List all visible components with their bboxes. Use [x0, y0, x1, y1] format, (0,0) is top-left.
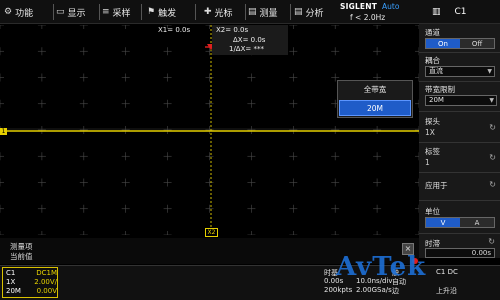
measure-current-label: 当前值: [10, 252, 33, 261]
acquire-icon: ≡: [102, 7, 110, 17]
unit-amp-option[interactable]: A: [460, 218, 494, 227]
cursor-x1-readout: X1= 0.0s: [158, 26, 191, 34]
channel-enable-label: 通道: [425, 28, 440, 37]
menu-analysis-label: 分析: [305, 8, 324, 19]
panel-divider: [419, 233, 500, 234]
unit-label: 单位: [425, 207, 440, 216]
menu-function-label: 功能: [15, 8, 34, 19]
cursor-inv-delta-readout: 1/ΔX= ***: [229, 45, 264, 53]
ch1-name: C1: [6, 269, 16, 277]
ch1-level-marker[interactable]: 1: [0, 128, 7, 135]
channel-on-option[interactable]: On: [426, 39, 460, 48]
menu-acquire-label: 采样: [112, 8, 131, 19]
channel-icon: ▥: [432, 7, 441, 17]
trigger-edge: 边: [392, 287, 399, 295]
menu-display-label: 显示: [67, 8, 86, 19]
cursor-delta-readout: ΔX= 0.0s: [233, 36, 266, 44]
delay-control: 时滞 ↻ 0.00s: [419, 236, 500, 260]
ch1-probe: 1X: [6, 278, 16, 286]
frequency-readout: f < 2.0Hz: [350, 13, 386, 22]
bandwidth-limit-select[interactable]: 20M ▼: [425, 95, 497, 106]
brand-name: SIGLENT: [340, 2, 378, 11]
knob-arrow-icon[interactable]: ↻: [489, 153, 496, 162]
cursor-icon: ✚: [204, 7, 212, 17]
panel-divider: [419, 111, 500, 112]
apply-to-label: 应用于: [425, 181, 448, 190]
menu-divider: [141, 4, 142, 20]
menu-divider: [245, 4, 246, 20]
menu-measure[interactable]: ▤ 测量: [248, 0, 278, 24]
ch1-offset: 0.00V: [36, 287, 57, 295]
chevron-down-icon: ▼: [489, 97, 494, 104]
menu-divider: [195, 4, 196, 20]
panel-divider: [419, 172, 500, 173]
bandwidth-dropdown-menu: 全带宽 20M: [337, 80, 413, 118]
menu-trigger-label: 触发: [158, 8, 177, 19]
sample-rate: 2.00GSa/s: [356, 286, 392, 294]
panel-divider: [419, 52, 500, 53]
channel-off-option[interactable]: Off: [460, 39, 494, 48]
menu-display[interactable]: ▭ 显示: [56, 0, 86, 24]
trigger-source: C1 DC: [436, 268, 458, 276]
probe-value: 1X: [425, 128, 435, 137]
knob-arrow-icon[interactable]: ↻: [489, 180, 496, 189]
menu-trigger[interactable]: ⚑ 触发: [147, 0, 176, 24]
knob-arrow-icon[interactable]: ↻: [488, 237, 495, 246]
bandwidth-option-20m[interactable]: 20M: [339, 100, 411, 116]
knob-arrow-icon[interactable]: ↻: [489, 123, 496, 132]
ch1-scale: 2.00V/: [34, 278, 57, 286]
menu-divider: [290, 4, 291, 20]
coupling-select[interactable]: 直流 ▼: [425, 66, 495, 77]
flag-icon: ⚑: [147, 7, 156, 17]
measure-icon: ▤: [248, 7, 257, 17]
channel-enable-toggle[interactable]: On Off: [425, 38, 495, 49]
unit-volt-option[interactable]: V: [426, 218, 460, 227]
menu-acquire[interactable]: ≡ 采样: [102, 0, 131, 24]
menu-cursor[interactable]: ✚ 光标: [204, 0, 233, 24]
bandwidth-limit-value: 20M: [429, 96, 444, 104]
bandwidth-option-full[interactable]: 全带宽: [338, 82, 412, 98]
menu-divider: [99, 4, 100, 20]
watermark-logo: AvTek: [336, 252, 427, 282]
ch1-bandwidth: 20M: [6, 287, 21, 295]
gear-icon: ⚙: [4, 7, 13, 17]
top-menu-bar: ⚙ 功能 ▭ 显示 ≡ 采样 ⚑ 触发 ✚ 光标 ▤ 测量 ▤ 分析 SIGLE…: [0, 0, 500, 24]
panel-divider: [419, 200, 500, 201]
channel-settings-panel: 通道 On Off 耦合 直流 ▼ 带宽限制 20M ▼ 探头 1X ↻ 标签 …: [419, 24, 500, 258]
bandwidth-limit-label: 带宽限制: [425, 85, 455, 94]
trigger-mode: Auto: [382, 2, 400, 11]
panel-divider: [419, 142, 500, 143]
memory-depth: 200kpts: [324, 286, 353, 294]
analysis-icon: ▤: [294, 7, 303, 17]
channel-title: ▥ C1: [404, 0, 500, 24]
brand-status: SIGLENT Auto f < 2.0Hz: [336, 0, 400, 24]
probe-label: 探头: [425, 117, 440, 126]
ch1-coupling: DC1M: [36, 269, 57, 277]
menu-cursor-label: 光标: [214, 8, 233, 19]
cursor-x2-readout: X2= 0.0s: [216, 26, 249, 34]
label-tag-value: 1: [425, 158, 430, 167]
trigger-slope: 上升沿: [436, 287, 457, 295]
unit-toggle[interactable]: V A: [425, 217, 495, 228]
cursor-x2-marker[interactable]: X2: [205, 228, 218, 237]
menu-measure-label: 测量: [259, 8, 278, 19]
menu-analysis[interactable]: ▤ 分析: [294, 0, 324, 24]
coupling-label: 耦合: [425, 56, 440, 65]
label-tag-label: 标签: [425, 147, 440, 156]
coupling-value: 直流: [429, 67, 443, 75]
ch1-status-box[interactable]: C1 DC1M 1X 2.00V/ 20M 0.00V: [2, 267, 58, 298]
delay-input[interactable]: 0.00s: [425, 248, 495, 258]
monitor-icon: ▭: [56, 7, 65, 17]
waveform-grid[interactable]: [0, 25, 419, 235]
menu-function[interactable]: ⚙ 功能: [4, 0, 33, 24]
trigger-source-status[interactable]: C1 DC 上升沿: [430, 267, 496, 298]
menu-divider: [53, 4, 54, 20]
chevron-down-icon: ▼: [487, 68, 492, 75]
channel-title-label: C1: [454, 7, 467, 17]
panel-divider: [419, 81, 500, 82]
